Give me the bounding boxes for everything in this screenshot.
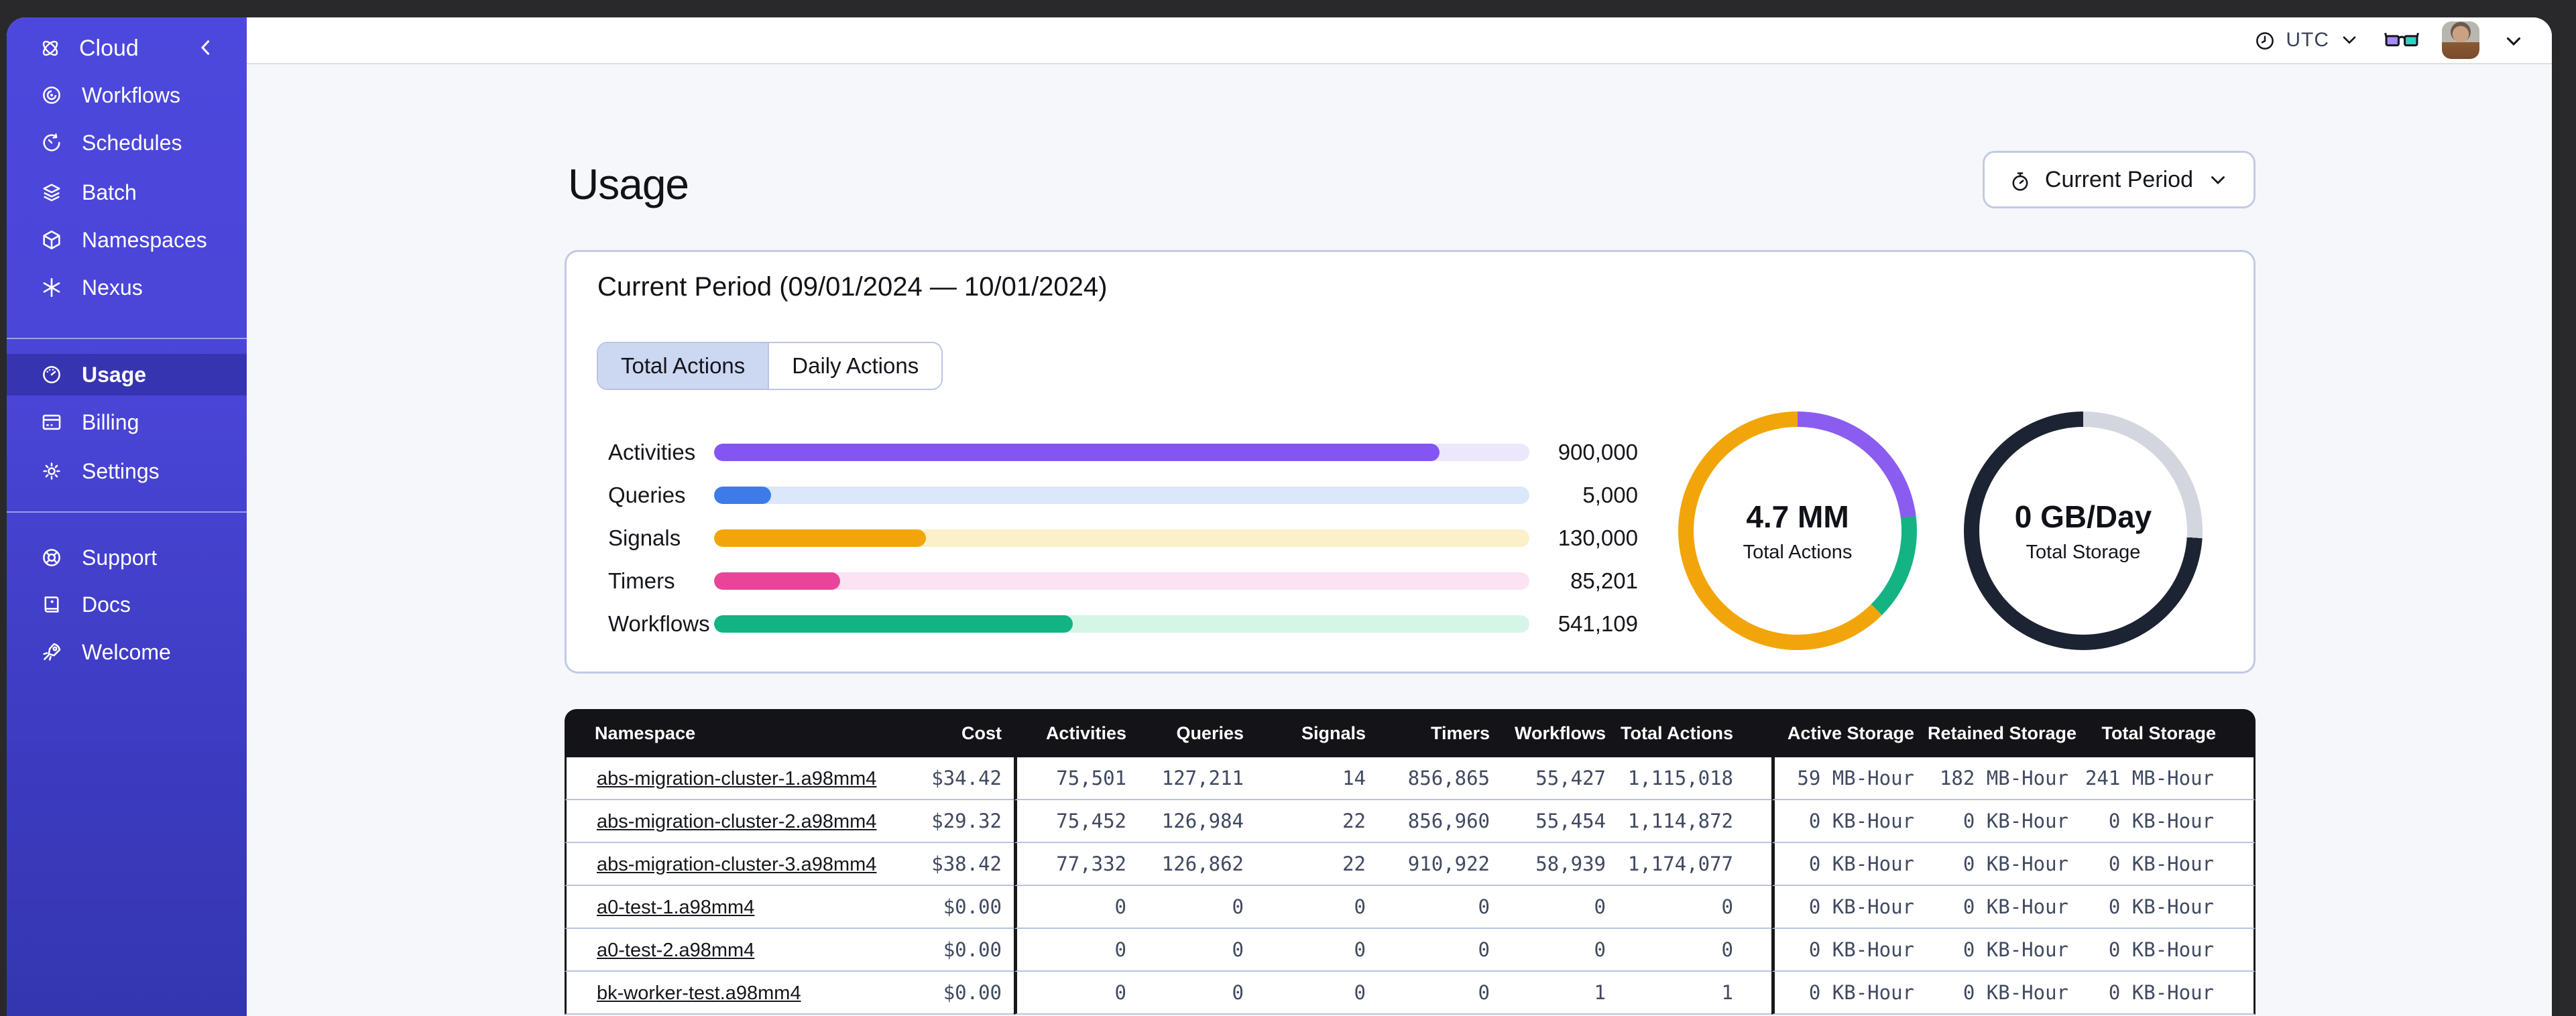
- usage-card-title: Current Period (09/01/2024 — 10/01/2024): [597, 272, 1108, 302]
- bar-track: [714, 487, 1529, 504]
- table-row: bk-worker-test.a98mm4 $0.00 0 0 0 0 1 1 …: [565, 972, 2256, 1015]
- sidebar-item-batch[interactable]: Batch: [7, 171, 247, 214]
- schedules-icon: [40, 131, 63, 154]
- billing-card-icon: [40, 411, 63, 434]
- sidebar-item-settings[interactable]: Settings: [7, 450, 247, 493]
- bar-track: [714, 572, 1529, 590]
- sidebar-item-usage[interactable]: Usage: [7, 354, 247, 395]
- topbar: UTC: [247, 17, 2552, 64]
- tab-total-actions[interactable]: Total Actions: [598, 343, 770, 389]
- col-activities: Activities: [1014, 709, 1140, 757]
- period-select-label: Current Period: [2044, 166, 2193, 192]
- sidebar-item-schedules[interactable]: Schedules: [7, 121, 247, 164]
- welcome-rocket-icon: [40, 641, 63, 663]
- bar-row-activities: Activities 900,000: [608, 440, 1638, 464]
- sidebar-brand: Cloud: [7, 27, 247, 70]
- bar-fill: [714, 615, 1073, 633]
- chevron-down-icon: [2207, 168, 2229, 191]
- settings-gear-icon: [40, 460, 63, 483]
- sidebar-item-billing[interactable]: Billing: [7, 401, 247, 444]
- tab-daily-actions[interactable]: Daily Actions: [769, 343, 942, 389]
- total-actions-donut-center: 4.7 MM Total Actions: [1694, 427, 1901, 635]
- actions-bar-chart: Activities 900,000 Queries 5,000 Signals…: [599, 431, 1641, 645]
- sidebar-collapse-button[interactable]: [194, 36, 217, 59]
- nexus-asterisk-icon: [40, 276, 63, 299]
- col-retained-storage: Retained Storage: [1928, 709, 2079, 757]
- total-storage-donut: 0 GB/Day Total Storage: [1964, 411, 2203, 650]
- sidebar-item-docs[interactable]: Docs: [7, 583, 247, 626]
- usage-summary-card: Current Period (09/01/2024 — 10/01/2024)…: [565, 250, 2256, 674]
- bar-track: [714, 529, 1529, 547]
- temporal-cloud-logo-icon: [39, 37, 62, 60]
- table-row: a0-test-2.a98mm4 $0.00 0 0 0 0 0 0 0 KB-…: [565, 929, 2256, 972]
- col-workflows: Workflows: [1503, 709, 1619, 757]
- clock-icon: [2253, 29, 2276, 52]
- bar-row-workflows: Workflows 541,109: [608, 611, 1638, 636]
- app-window: Cloud Workflows Schedules Batch Namespac…: [7, 17, 2552, 1016]
- bar-row-queries: Queries 5,000: [608, 483, 1638, 507]
- table-row: abs-migration-cluster-1.a98mm4 $34.42 75…: [565, 757, 2256, 800]
- sidebar-item-support[interactable]: Support: [7, 536, 247, 579]
- sidebar: Cloud Workflows Schedules Batch Namespac…: [7, 17, 247, 1016]
- namespace-link[interactable]: a0-test-2.a98mm4: [597, 940, 754, 961]
- table-row: abs-migration-cluster-3.a98mm4 $38.42 77…: [565, 843, 2256, 886]
- total-actions-donut: 4.7 MM Total Actions: [1678, 411, 1917, 650]
- bar-fill: [714, 444, 1440, 461]
- sidebar-brand-label: Cloud: [79, 35, 139, 61]
- namespace-link[interactable]: abs-migration-cluster-2.a98mm4: [597, 811, 876, 832]
- account-menu-chevron-icon[interactable]: [2502, 29, 2525, 52]
- col-total-actions: Total Actions: [1619, 709, 1771, 757]
- bar-fill: [714, 572, 841, 590]
- support-lifebuoy-icon: [40, 546, 63, 569]
- bar-track: [714, 444, 1529, 461]
- namespace-usage-table: Namespace Cost Activities Queries Signal…: [565, 709, 2256, 1015]
- sidebar-divider: [7, 511, 247, 513]
- actions-view-tabs: Total Actions Daily Actions: [597, 342, 943, 390]
- table-row: abs-migration-cluster-2.a98mm4 $29.32 75…: [565, 800, 2256, 843]
- sidebar-item-namespaces[interactable]: Namespaces: [7, 218, 247, 261]
- bar-fill: [714, 487, 772, 504]
- main-content: Usage Current Period Current Period (09/…: [247, 64, 2552, 1016]
- col-active-storage: Active Storage: [1771, 709, 1928, 757]
- timezone-selector[interactable]: UTC: [2253, 29, 2361, 52]
- bar-track: [714, 615, 1529, 633]
- batch-layers-icon: [40, 181, 63, 204]
- labs-glasses-icon[interactable]: [2384, 27, 2419, 54]
- chevron-down-icon: [2339, 29, 2361, 52]
- namespace-link[interactable]: a0-test-1.a98mm4: [597, 897, 754, 918]
- bar-row-signals: Signals 130,000: [608, 525, 1638, 550]
- stopwatch-icon: [2009, 168, 2032, 191]
- page-title: Usage: [568, 160, 689, 208]
- desktop-background: Cloud Workflows Schedules Batch Namespac…: [0, 0, 2576, 1016]
- workflows-icon: [40, 84, 63, 107]
- col-queries: Queries: [1140, 709, 1257, 757]
- namespaces-cube-icon: [40, 229, 63, 251]
- col-signals: Signals: [1257, 709, 1379, 757]
- namespace-link[interactable]: abs-migration-cluster-1.a98mm4: [597, 768, 876, 789]
- sidebar-item-welcome[interactable]: Welcome: [7, 631, 247, 674]
- sidebar-item-nexus[interactable]: Nexus: [7, 266, 247, 309]
- sidebar-item-workflows[interactable]: Workflows: [7, 74, 247, 117]
- col-namespace: Namespace: [565, 709, 886, 757]
- col-cost: Cost: [886, 709, 1014, 757]
- docs-book-icon: [40, 593, 63, 616]
- sidebar-divider: [7, 338, 247, 339]
- timezone-value: UTC: [2286, 29, 2329, 51]
- col-total-storage: Total Storage: [2079, 709, 2256, 757]
- total-storage-donut-center: 0 GB/Day Total Storage: [1979, 427, 2187, 635]
- table-header-row: Namespace Cost Activities Queries Signal…: [565, 709, 2256, 757]
- bar-fill: [714, 529, 927, 547]
- bar-row-timers: Timers 85,201: [608, 568, 1638, 593]
- col-timers: Timers: [1379, 709, 1503, 757]
- table-row: a0-test-1.a98mm4 $0.00 0 0 0 0 0 0 0 KB-…: [565, 886, 2256, 929]
- namespace-link[interactable]: abs-migration-cluster-3.a98mm4: [597, 854, 876, 875]
- user-avatar[interactable]: [2442, 21, 2479, 59]
- usage-gauge-icon: [40, 363, 63, 386]
- namespace-link[interactable]: bk-worker-test.a98mm4: [597, 982, 801, 1004]
- period-select-button[interactable]: Current Period: [1982, 151, 2256, 208]
